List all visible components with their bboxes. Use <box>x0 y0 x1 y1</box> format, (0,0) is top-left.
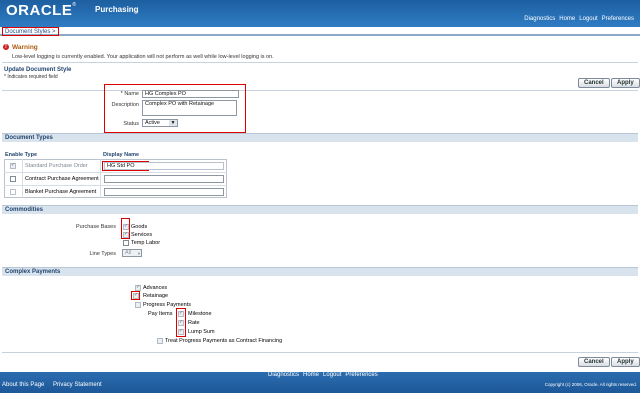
divider <box>2 62 638 63</box>
complex-payments-section: Complex Payments <box>2 267 638 276</box>
enable-checkbox-standard-po <box>10 163 16 169</box>
diagnostics-link[interactable]: Diagnostics <box>524 16 555 22</box>
status-label: Status <box>123 121 139 127</box>
sub-bar <box>0 27 640 36</box>
row-divider <box>4 172 227 173</box>
footer-links: Diagnostics Home Logout Preferences <box>268 372 378 378</box>
home-link[interactable]: Home <box>559 16 575 22</box>
warning-title: Warning <box>12 44 38 51</box>
about-page-link[interactable]: About this Page <box>2 382 44 388</box>
footer-diagnostics-link[interactable]: Diagnostics <box>268 372 299 378</box>
global-links: Diagnostics Home Logout Preferences <box>524 16 634 22</box>
type-blanket: Blanket Purchase Agreement <box>25 189 97 195</box>
retainage-checkbox <box>133 293 139 299</box>
enable-checkbox-blanket[interactable] <box>10 189 16 195</box>
display-name-contract[interactable] <box>104 175 224 183</box>
progress-payments-checkbox <box>135 302 141 308</box>
logout-link[interactable]: Logout <box>579 16 597 22</box>
line-types-value: All <box>125 250 132 256</box>
document-types-section: Document Types <box>2 133 638 142</box>
treat-progress-checkbox <box>157 338 163 344</box>
copyright: Copyright (c) 2006, Oracle. All rights r… <box>544 382 637 387</box>
purchase-bases-label: Purchase Bases <box>75 224 116 230</box>
required-note: * Indicates required field <box>4 74 58 80</box>
row-divider <box>4 185 227 186</box>
milestone-checkbox <box>178 311 184 317</box>
services-label: Services <box>131 232 153 238</box>
app-title: Purchasing <box>95 5 139 14</box>
footer-preferences-link[interactable]: Preferences <box>345 372 377 378</box>
divider <box>2 90 638 91</box>
goods-label: Goods <box>131 224 148 230</box>
retainage-label: Retainage <box>143 293 169 299</box>
cancel-button-bottom[interactable]: Cancel <box>578 357 610 367</box>
type-contract: Contract Purchase Agreement <box>25 176 99 182</box>
enable-checkbox-contract[interactable] <box>10 176 16 182</box>
oracle-logo: ORACLE® <box>6 2 77 19</box>
apply-button-bottom[interactable]: Apply <box>611 357 640 367</box>
cancel-button[interactable]: Cancel <box>578 78 610 88</box>
pay-items-label: Pay Items <box>148 311 173 317</box>
footer-home-link[interactable]: Home <box>303 372 319 378</box>
chevron-down-icon: ▼ <box>137 251 141 256</box>
services-checkbox <box>123 232 129 238</box>
lump-sum-checkbox <box>178 329 184 335</box>
apply-button[interactable]: Apply <box>611 78 640 88</box>
name-input[interactable]: HG Complex PO <box>142 90 239 98</box>
type-standard-po: Standard Purchase Order <box>25 163 88 169</box>
rate-label: Rate <box>188 320 200 326</box>
commodities-section: Commodities <box>2 205 638 214</box>
status-select[interactable]: Active ▼ <box>142 119 178 127</box>
col-type: Type <box>24 152 38 158</box>
breadcrumb[interactable]: Document Styles > <box>2 27 59 36</box>
temp-labor-label: Temp Labor <box>131 240 161 246</box>
temp-labor-checkbox[interactable] <box>123 240 129 246</box>
line-types-select[interactable]: All ▼ <box>122 249 142 257</box>
privacy-link[interactable]: Privacy Statement <box>53 382 102 388</box>
lump-sum-label: Lump Sum <box>188 329 215 335</box>
milestone-label: Milestone <box>188 311 212 317</box>
col-enable: Enable <box>5 152 24 158</box>
divider <box>2 352 638 353</box>
goods-checkbox <box>123 224 129 230</box>
line-types-label: Line Types <box>89 251 116 257</box>
display-name-standard-po[interactable]: HG Std PO <box>104 162 224 170</box>
page-title: Update Document Style <box>4 67 72 73</box>
description-label: Description <box>111 102 139 108</box>
status-value: Active <box>145 120 160 126</box>
description-textarea[interactable]: Complex PO with Retainage <box>142 100 237 116</box>
chevron-down-icon[interactable]: ▼ <box>169 120 177 126</box>
col-display-header: Display Name <box>103 152 140 158</box>
footer-logout-link[interactable]: Logout <box>323 372 341 378</box>
preferences-link[interactable]: Preferences <box>602 16 634 22</box>
col-divider <box>100 159 101 198</box>
name-label: * Name <box>120 91 139 97</box>
rate-checkbox <box>178 320 184 326</box>
warning-message: Low-level logging is currently enabled. … <box>12 54 274 60</box>
display-name-blanket[interactable] <box>104 188 224 196</box>
advances-label: Advances <box>143 285 168 291</box>
col-enable-header: Enable Type <box>5 152 37 158</box>
warning-icon: ! <box>3 44 9 50</box>
treat-progress-label: Treat Progress Payments as Contract Fina… <box>165 338 283 344</box>
col-divider <box>22 159 23 198</box>
